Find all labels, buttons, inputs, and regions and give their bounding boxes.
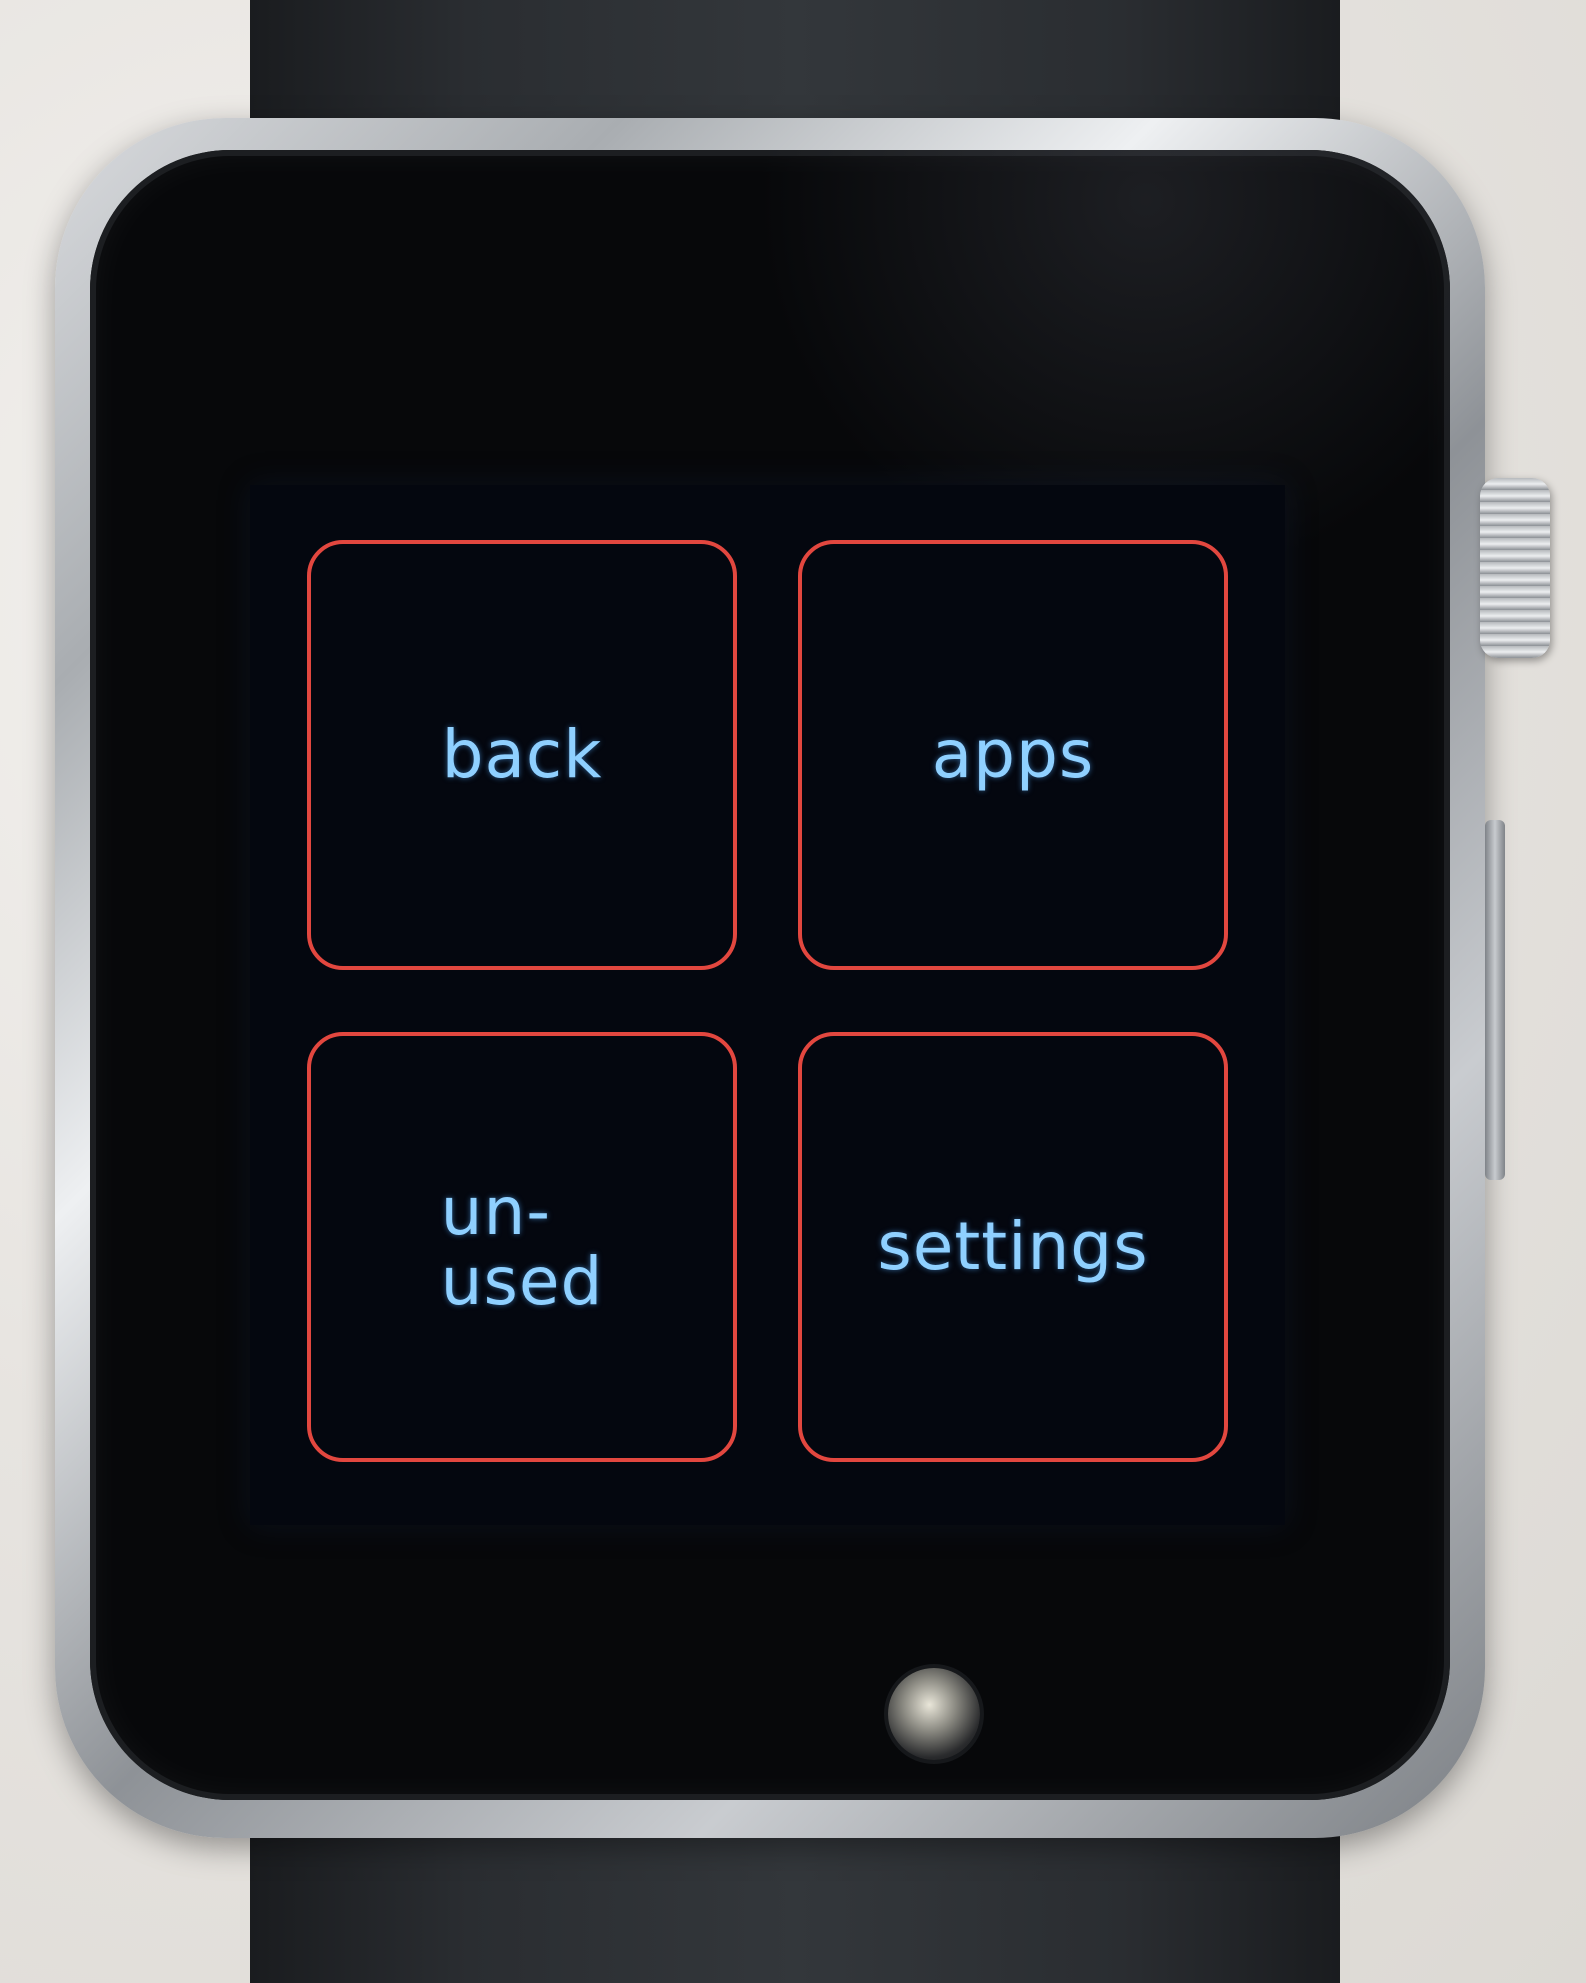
sensor-icon xyxy=(888,1668,980,1760)
side-button[interactable] xyxy=(1485,820,1505,1180)
apps-button-label: apps xyxy=(931,716,1095,793)
apps-button[interactable]: apps xyxy=(798,540,1228,970)
settings-button-label: settings xyxy=(877,1208,1149,1285)
unused-button[interactable]: un- used xyxy=(307,1032,737,1462)
settings-button[interactable]: settings xyxy=(798,1032,1228,1462)
watch-screen: back apps un- used settings xyxy=(250,485,1285,1525)
unused-button-label: un- used xyxy=(440,1173,604,1320)
back-button-label: back xyxy=(441,716,603,793)
digital-crown[interactable] xyxy=(1480,478,1550,658)
back-button[interactable]: back xyxy=(307,540,737,970)
